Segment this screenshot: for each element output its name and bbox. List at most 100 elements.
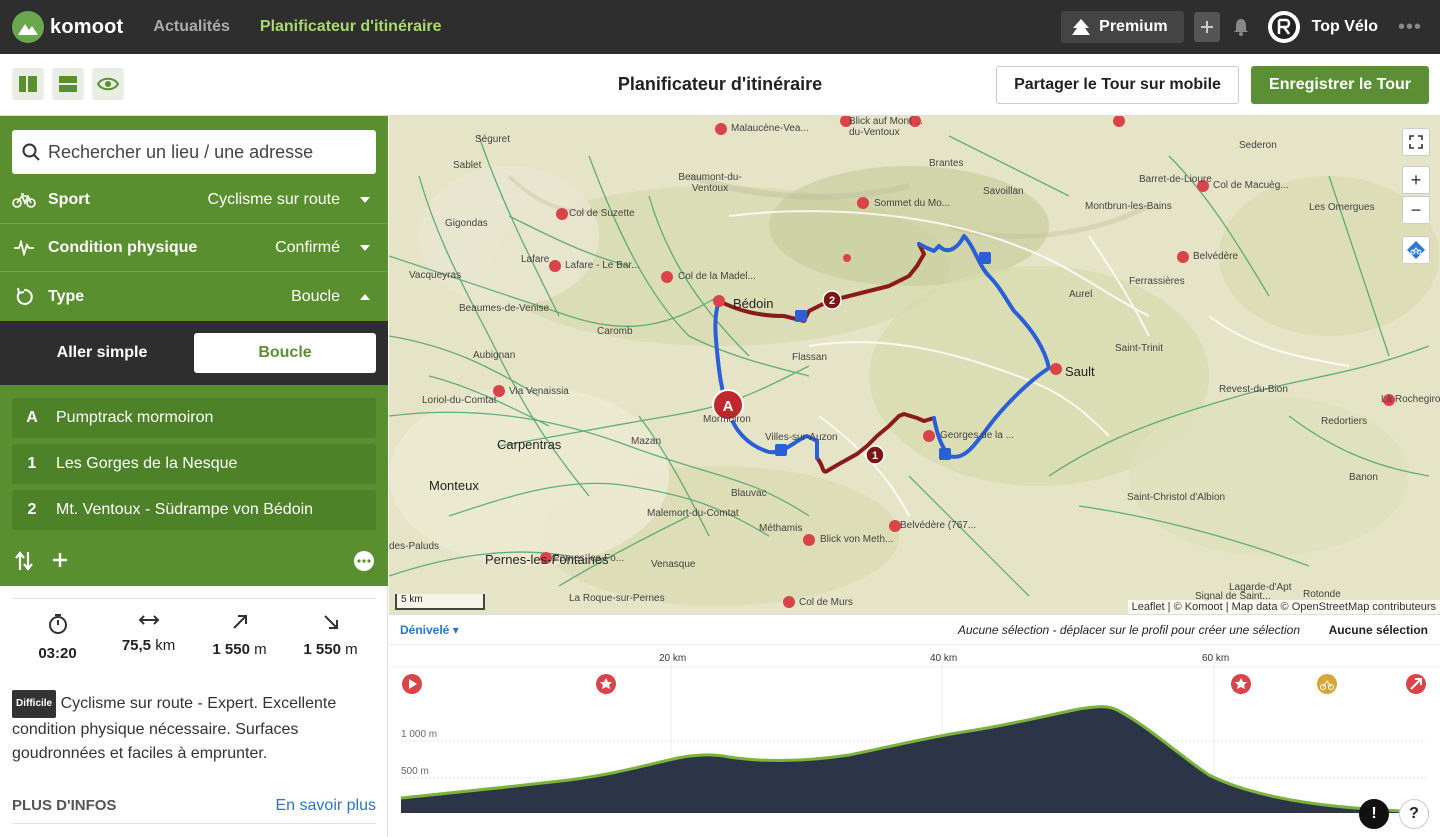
pulse-icon xyxy=(12,239,36,256)
map-attribution[interactable]: Leaflet | © Komoot | Map data © OpenStre… xyxy=(1127,600,1440,614)
downhill-unit: m xyxy=(345,641,358,658)
fullscreen-icon xyxy=(1409,135,1423,149)
nav-link-news[interactable]: Actualités xyxy=(153,18,229,36)
map-place-label: Caromb xyxy=(597,326,633,337)
bike-icon xyxy=(12,192,36,208)
save-tour-button[interactable]: Enregistrer le Tour xyxy=(1251,66,1429,104)
view-split-vertical-button[interactable] xyxy=(12,68,44,100)
map-place-label: Villes-sur-Auzon xyxy=(765,432,838,443)
duration-value: 03:20 xyxy=(38,645,77,662)
komoot-logo-icon xyxy=(12,11,44,43)
map-place-label: Beaumont-du-Ventoux xyxy=(678,172,742,194)
more-options-icon[interactable] xyxy=(353,550,375,572)
map-place-label: Bédoin xyxy=(733,296,774,311)
map-place-label: Mazan xyxy=(631,436,662,447)
avatar-logo-icon xyxy=(1271,15,1296,39)
view-map-only-button[interactable] xyxy=(92,68,124,100)
map-place-label: Belvédère xyxy=(1193,251,1239,262)
share-tour-mobile-button[interactable]: Partager le Tour sur mobile xyxy=(996,66,1239,104)
zoom-in-button[interactable]: + xyxy=(1402,166,1430,194)
start-marker-icon xyxy=(402,674,422,694)
map-place-label: Lafare xyxy=(521,254,550,265)
waypoint-item[interactable]: 2 Mt. Ventoux - Südrampe von Bédoin xyxy=(12,490,376,530)
premium-icon xyxy=(1072,19,1091,35)
map-place-label: Mormoiron xyxy=(703,414,751,425)
chevron-down-icon xyxy=(360,244,370,251)
cycling-poi-icon xyxy=(1317,674,1337,694)
planner-sidebar: Rechercher un lieu / une adresse Sport C… xyxy=(0,116,388,837)
bike-layer-button[interactable] xyxy=(1402,236,1430,264)
difficulty-badge: Difficile xyxy=(12,690,57,718)
elevation-chart xyxy=(389,659,1440,814)
map-place-label: Vacqueyras xyxy=(409,270,462,281)
add-button[interactable] xyxy=(1193,12,1220,42)
map-place-label: Sederon xyxy=(1239,140,1277,151)
map-place-label: Sault xyxy=(1065,364,1095,379)
map-place-label: Monteux xyxy=(429,478,479,493)
route-type-switch: Aller simple Boucle xyxy=(0,321,388,385)
search-icon xyxy=(22,143,40,161)
map-place-label: Les Omergues xyxy=(1309,202,1375,213)
reverse-route-icon[interactable] xyxy=(14,550,34,572)
help-button[interactable]: ? xyxy=(1399,799,1429,829)
waypoint-item[interactable]: A Pumptrack mormoiron xyxy=(12,398,376,438)
waypoint-key: A xyxy=(26,409,38,426)
map-place-label: Redortiers xyxy=(1321,416,1368,427)
loop-option[interactable]: Boucle xyxy=(194,333,376,373)
map-place-label: Belvédère (767... xyxy=(900,520,977,531)
map-place-label: Banon xyxy=(1349,472,1378,483)
premium-button[interactable]: Premium xyxy=(1061,11,1184,43)
fitness-label: Condition physique xyxy=(48,238,198,256)
bell-icon xyxy=(1233,19,1248,36)
uphill-value: 1 550 xyxy=(212,641,250,658)
notifications-button[interactable] xyxy=(1228,12,1254,42)
map-place-label: des-Paluds xyxy=(389,541,440,552)
report-issue-button[interactable]: ! xyxy=(1359,799,1389,829)
map-marker-1-label: 1 xyxy=(872,450,878,462)
avatar[interactable] xyxy=(1267,11,1300,43)
type-selector[interactable]: Type Boucle xyxy=(0,273,388,321)
sport-selector[interactable]: Sport Cyclisme sur route xyxy=(0,176,388,224)
map-place-label: Col de la Madel... xyxy=(678,271,756,282)
highlight-marker-icon xyxy=(1231,674,1251,695)
map-place-label: Loriol-du-Comtat xyxy=(422,395,497,406)
stopwatch-icon xyxy=(48,614,67,634)
highlight-marker-icon xyxy=(596,674,616,695)
route-map[interactable]: 2 1 A Séguret Sablet Gigondas Vacqueyras… xyxy=(389,116,1440,614)
fullscreen-button[interactable] xyxy=(1402,128,1430,156)
waypoint-name: Pumptrack mormoiron xyxy=(56,409,214,426)
map-place-label: Beaumes-de-Venise xyxy=(459,303,550,314)
search-input[interactable]: Rechercher un lieu / une adresse xyxy=(12,130,376,174)
komoot-logo[interactable]: komoot xyxy=(12,11,123,43)
downhill-icon xyxy=(323,615,338,629)
map-scale: 5 km xyxy=(395,594,485,610)
map-marker-2-label: 2 xyxy=(829,295,835,307)
add-waypoint-icon[interactable] xyxy=(52,552,68,568)
fitness-selector[interactable]: Condition physique Confirmé xyxy=(0,224,388,272)
waypoint-item[interactable]: 1 Les Gorges de la Nesque xyxy=(12,444,376,484)
map-place-label: Barret-de-Lioure xyxy=(1139,174,1212,185)
map-place-label: Blauvac xyxy=(731,488,767,499)
downhill-stat: 1 550 m xyxy=(285,599,376,678)
top-nav: komoot Actualités Planificateur d'itinér… xyxy=(0,0,1440,54)
page-title: Planificateur d'itinéraire xyxy=(617,74,823,94)
nav-link-route-planner[interactable]: Planificateur d'itinéraire xyxy=(260,18,442,36)
plus-icon xyxy=(1200,21,1213,33)
duration-stat: 03:20 xyxy=(12,599,103,678)
map-place-label: Blick auf Mont ... du-Ventoux xyxy=(849,116,923,138)
view-split-horizontal-button[interactable] xyxy=(52,68,84,100)
waypoint-name: Mt. Ventoux - Südrampe von Bédoin xyxy=(56,501,314,518)
more-menu-button[interactable]: ••• xyxy=(1398,16,1422,39)
one-way-option[interactable]: Aller simple xyxy=(12,333,192,373)
distance-unit: km xyxy=(155,637,176,654)
map-place-label: Via Venaissia xyxy=(509,386,569,397)
map-place-label: Séguret xyxy=(475,134,511,145)
learn-more-link[interactable]: En savoir plus xyxy=(276,797,377,815)
elevation-profile[interactable]: Dénivelé ▾ Aucune sélection - déplacer s… xyxy=(389,614,1440,837)
distance-icon xyxy=(138,615,159,625)
zoom-out-button[interactable]: − xyxy=(1402,196,1430,224)
map-place-label: Carpentras xyxy=(497,437,562,452)
username[interactable]: Top Vélo xyxy=(1312,18,1378,36)
map-place-label: Blick von Meth... xyxy=(820,534,894,545)
difficulty-text: Cyclisme sur route - Expert. Excellente … xyxy=(12,695,337,762)
